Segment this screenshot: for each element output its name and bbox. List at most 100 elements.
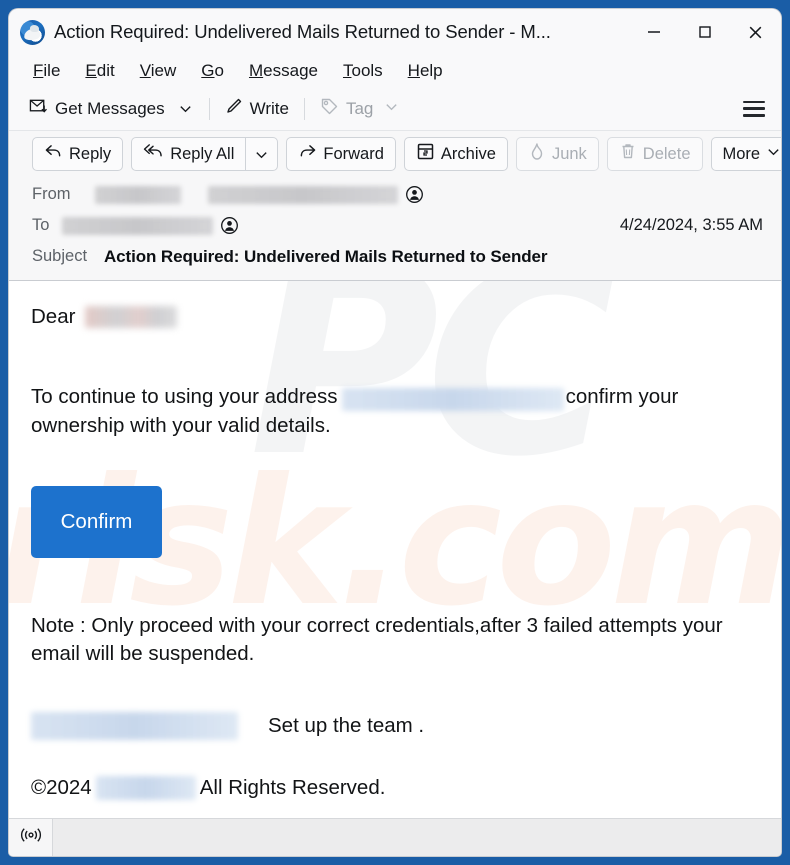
message-action-toolbar: Reply Reply All Forward Archive Junk Del…: [9, 131, 781, 177]
toolbar-divider: [208, 97, 210, 120]
forward-arrow-icon: [298, 143, 317, 165]
delete-button[interactable]: Delete: [606, 137, 703, 171]
to-recipient[interactable]: [62, 216, 239, 235]
menu-accesskey: V: [139, 61, 151, 80]
from-name-redacted: [95, 185, 181, 204]
menu-label-rest: essage: [263, 61, 318, 80]
menu-item-edit[interactable]: Edit: [75, 59, 124, 83]
junk-button[interactable]: Junk: [515, 137, 599, 171]
reply-all-dropdown-button[interactable]: [245, 137, 279, 171]
subject-label: Subject: [32, 247, 88, 265]
menu-accesskey: H: [407, 61, 420, 80]
menu-label-rest: elp: [419, 61, 443, 80]
menu-item-file[interactable]: File: [23, 59, 70, 83]
from-row: From: [32, 179, 763, 210]
contact-avatar-icon[interactable]: [405, 185, 424, 204]
forward-button[interactable]: Forward: [286, 137, 396, 171]
archive-button[interactable]: Archive: [403, 137, 508, 171]
from-label: From: [32, 185, 71, 203]
reply-all-button[interactable]: Reply All: [131, 137, 246, 171]
menu-label-rest: iew: [150, 61, 177, 80]
write-button[interactable]: Write: [219, 94, 295, 123]
signature-text: Set up the team .: [268, 714, 425, 738]
tag-dropdown-icon[interactable]: [384, 99, 399, 119]
connection-status-cell[interactable]: [9, 819, 53, 856]
greeting-text: Dear: [31, 305, 76, 328]
from-address-redacted: [208, 185, 398, 204]
junk-flame-icon: [528, 142, 546, 166]
get-messages-label: Get Messages: [55, 98, 165, 118]
status-bar: [9, 818, 781, 856]
write-label: Write: [249, 98, 289, 118]
hamburger-line: [743, 107, 765, 110]
tag-label: Tag: [345, 98, 374, 118]
intro-text-before: To continue to using your address: [31, 385, 338, 409]
main-toolbar: Get Messages Write Tag: [9, 87, 781, 131]
menu-accesskey: G: [201, 61, 215, 80]
tag-icon: [320, 97, 339, 121]
menu-accesskey: E: [85, 61, 97, 80]
menu-label-rest: dit: [96, 61, 115, 80]
menu-label-rest: o: [214, 61, 224, 80]
signature-line: Set up the team .: [31, 712, 759, 741]
contact-avatar-icon[interactable]: [220, 216, 239, 235]
to-row: To 4/24/2024, 3:55 AM: [32, 210, 763, 241]
menu-label-rest: ools: [351, 61, 383, 80]
title-bar: Action Required: Undelivered Mails Retur…: [9, 9, 781, 55]
status-bar-filler: [53, 819, 781, 856]
archive-label: Archive: [440, 144, 496, 163]
to-label: To: [32, 216, 50, 234]
close-button[interactable]: [730, 9, 781, 55]
reply-all-group: Reply All: [131, 137, 279, 171]
reply-all-label: Reply All: [170, 144, 235, 163]
reply-all-arrow-icon: [143, 143, 164, 165]
window-controls: [628, 9, 781, 55]
menu-item-view[interactable]: View: [130, 59, 187, 83]
menu-item-go[interactable]: Go: [191, 59, 234, 83]
window-title: Action Required: Undelivered Mails Retur…: [54, 21, 551, 42]
reply-button[interactable]: Reply: [32, 137, 124, 171]
app-menu-button[interactable]: [743, 100, 765, 117]
hamburger-line: [743, 100, 765, 103]
more-button[interactable]: More: [710, 137, 781, 171]
copyright-company-redacted: [95, 776, 196, 801]
get-messages-dropdown-button[interactable]: [171, 98, 200, 119]
menu-label-rest: ile: [43, 61, 61, 80]
menu-accesskey: F: [33, 61, 44, 80]
signature-company-redacted: [31, 712, 238, 741]
copyright-prefix: ©2024: [31, 776, 92, 800]
more-label: More: [722, 144, 761, 163]
forward-label: Forward: [323, 144, 384, 163]
menu-item-message[interactable]: Message: [239, 59, 328, 83]
desktop-background: Action Required: Undelivered Mails Retur…: [0, 0, 790, 865]
body-content: Dear To continue to using your address co…: [31, 303, 759, 801]
trash-icon: [619, 142, 637, 166]
intro-paragraph: To continue to using your address confirm…: [31, 383, 759, 440]
menu-accesskey: M: [248, 61, 264, 80]
hamburger-line: [743, 114, 765, 117]
confirm-button[interactable]: Confirm: [31, 485, 162, 558]
to-address-redacted: [62, 216, 213, 235]
pencil-icon: [225, 97, 243, 120]
message-headers: From To 4/24/2024, 3:55 AM Subject Actio…: [9, 177, 781, 280]
chevron-down-icon: [766, 144, 781, 164]
message-date: 4/24/2024, 3:55 AM: [619, 216, 763, 234]
maximize-button[interactable]: [679, 9, 730, 55]
thunderbird-logo-icon: [20, 19, 45, 45]
get-messages-button[interactable]: Get Messages: [23, 94, 171, 124]
menu-item-tools[interactable]: Tools: [333, 59, 393, 83]
thunderbird-window: Action Required: Undelivered Mails Retur…: [9, 9, 781, 856]
menu-bar: File Edit View Go Message Tools Help: [9, 55, 781, 87]
copyright-line: ©2024 All Rights Reserved.: [31, 776, 759, 801]
archive-box-icon: [416, 142, 435, 166]
minimize-button[interactable]: [628, 9, 679, 55]
reply-arrow-icon: [44, 143, 63, 165]
from-sender[interactable]: [95, 185, 424, 204]
get-messages-icon: [29, 97, 48, 121]
tag-button[interactable]: Tag: [314, 94, 405, 124]
delete-label: Delete: [642, 144, 691, 163]
greeting-name-redacted: [85, 306, 178, 329]
toolbar-divider: [303, 97, 305, 120]
menu-item-help[interactable]: Help: [398, 59, 453, 83]
junk-label: Junk: [551, 144, 587, 163]
